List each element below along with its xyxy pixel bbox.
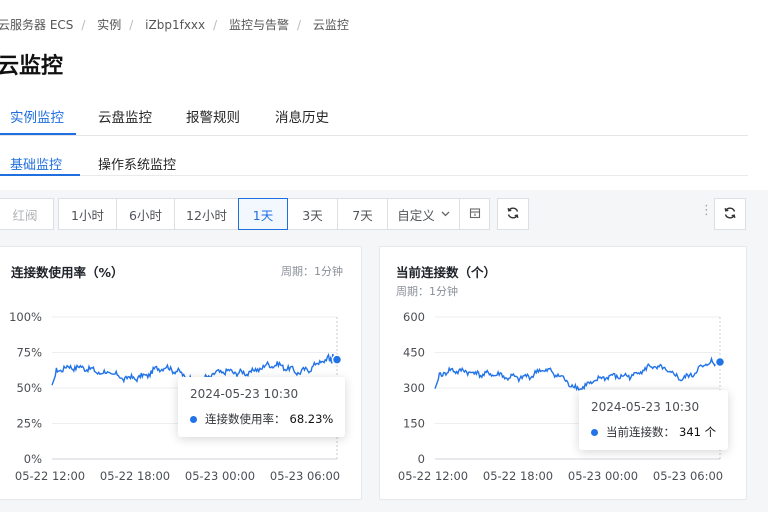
x-tick-label: 05-23 00:00 <box>568 469 638 483</box>
series-line <box>434 356 719 392</box>
hover-point <box>331 354 343 365</box>
breadcrumb-instance[interactable]: 实例 <box>97 16 121 33</box>
tooltip-value: 68.23% <box>289 412 334 426</box>
refresh-button[interactable] <box>497 198 529 230</box>
chart-tooltip: 2024-05-23 10:30 当前连接数： 341 个 <box>579 390 729 450</box>
chevron-down-icon <box>441 209 450 220</box>
sub-tabs: 基础监控 操作系统监控 <box>0 140 748 176</box>
y-tick-label: 150 <box>403 417 425 431</box>
custom-range-label: 自定义 <box>397 207 435 223</box>
more-icon[interactable]: ⋮ <box>700 204 713 217</box>
active-tab-indicator <box>0 133 76 135</box>
breadcrumb-monitoring[interactable]: 监控与告警 <box>229 16 289 33</box>
tooltip-series-label: 当前连接数： <box>606 425 675 439</box>
y-tick-label: 25% <box>16 417 42 431</box>
breadcrumb: 云服务器 ECS / 实例 / iZbp1fxxx / 监控与告警 / 云监控 <box>0 16 349 33</box>
breadcrumb-current: 云监控 <box>312 18 349 32</box>
calendar-button[interactable] <box>460 198 490 230</box>
y-tick-label: 600 <box>403 310 425 324</box>
tab-disk-monitoring[interactable]: 云盘监控 <box>98 106 152 126</box>
chart-tooltip: 2024-05-23 10:30 连接数使用率： 68.23% <box>178 377 346 437</box>
y-tick-label: 100% <box>9 310 42 324</box>
hover-point <box>714 356 726 368</box>
x-tick-label: 05-22 18:00 <box>100 469 170 483</box>
connection-usage-card: 连接数使用率（%） 周期：1分钟 0% 25% 50% 75% 100% 05-22 12… <box>0 246 362 500</box>
breadcrumb-ecs[interactable]: 云服务器 ECS <box>0 16 73 33</box>
header-area: 云服务器 ECS / 实例 / iZbp1fxxx / 监控与告警 / 云监控 云监控 … <box>0 0 768 190</box>
x-tick-label: 05-23 06:00 <box>270 469 340 483</box>
tab-instance-monitoring[interactable]: 实例监控 <box>10 106 64 126</box>
range-6h[interactable]: 6小时 <box>117 198 175 230</box>
y-tick-label: 0% <box>24 452 42 466</box>
connection-usage-chart[interactable]: 0% 25% 50% 75% 100% 05-22 12:00 05-22 18:00 05-… <box>0 247 363 501</box>
range-7d[interactable]: 7天 <box>338 198 388 230</box>
tab-os-monitoring[interactable]: 操作系统监控 <box>98 154 176 173</box>
y-tick-label: 50% <box>16 381 42 395</box>
range-12h[interactable]: 12小时 <box>175 198 239 230</box>
tooltip-time: 2024-05-23 10:30 <box>591 400 700 414</box>
tooltip-series-label: 连接数使用率： <box>205 412 286 426</box>
main-tabs: 实例监控 云盘监控 报警规则 消息历史 <box>0 98 748 136</box>
page-title: 云监控 <box>0 54 64 79</box>
x-tick-label: 05-22 12:00 <box>15 469 85 483</box>
active-subtab-indicator <box>0 174 80 176</box>
series-dot-icon <box>190 415 197 423</box>
x-tick-label: 05-23 06:00 <box>653 469 723 483</box>
tab-message-history[interactable]: 消息历史 <box>275 106 329 126</box>
current-connections-card: 当前连接数（个） 周期：1分钟 0 150 300 450 600 05-22 12:00… <box>379 246 747 500</box>
series-dot-icon <box>591 428 598 436</box>
range-1h[interactable]: 1小时 <box>59 198 117 230</box>
calendar-icon <box>469 207 481 222</box>
range-3d[interactable]: 3天 <box>288 198 338 230</box>
x-tick-label: 05-22 18:00 <box>483 469 553 483</box>
y-tick-label: 450 <box>403 346 425 360</box>
y-tick-label: 75% <box>16 346 42 360</box>
refresh-icon <box>723 205 737 224</box>
y-tick-label: 300 <box>403 381 425 395</box>
tooltip-time: 2024-05-23 10:30 <box>190 387 299 401</box>
breadcrumb-instance-id[interactable]: iZbp1fxxx <box>145 18 205 32</box>
current-connections-chart[interactable]: 0 150 300 450 600 05-22 12:00 05-22 18:00 05-23… <box>380 247 748 501</box>
refresh-icon <box>506 205 520 224</box>
left-filter-button[interactable]: 红阀 <box>0 198 54 230</box>
x-tick-label: 05-22 12:00 <box>398 469 468 483</box>
tooltip-value: 341 个 <box>679 425 717 439</box>
tab-alarm-rules[interactable]: 报警规则 <box>186 106 240 126</box>
range-1d[interactable]: 1天 <box>238 198 288 230</box>
tab-basic-monitoring[interactable]: 基础监控 <box>10 154 62 173</box>
x-tick-label: 05-23 00:00 <box>185 469 255 483</box>
refresh-button-right[interactable] <box>714 198 746 230</box>
y-tick-label: 0 <box>418 452 425 466</box>
custom-range-select[interactable]: 自定义 <box>388 198 460 230</box>
time-range-group: 1小时 6小时 12小时 1天 3天 7天 自定义 <box>58 198 490 230</box>
